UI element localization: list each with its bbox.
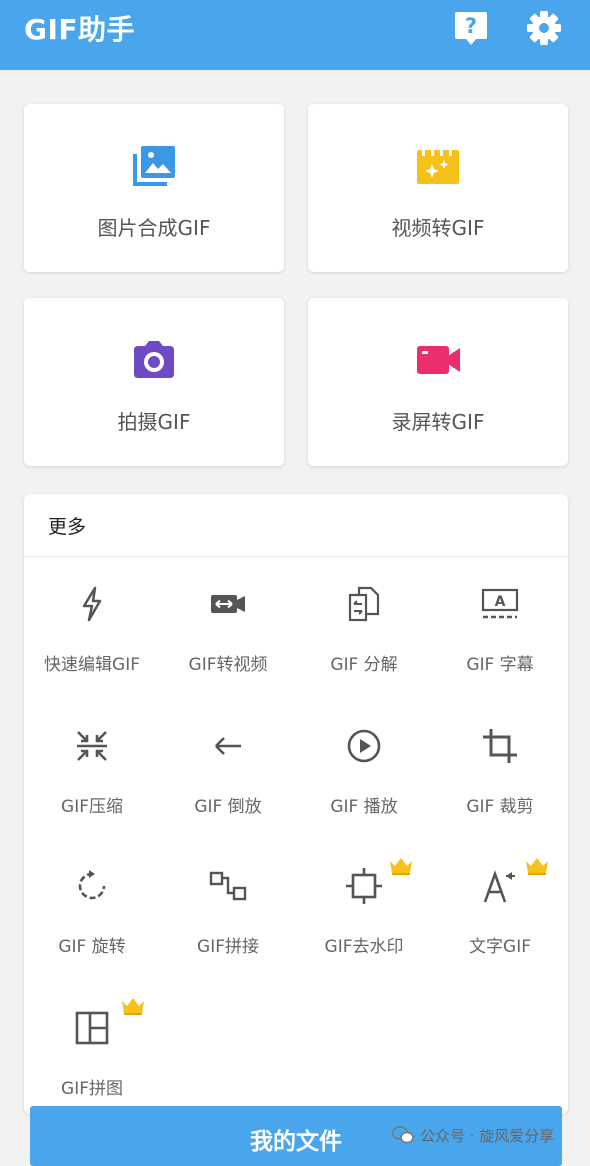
wechat-icon: [392, 1126, 414, 1144]
watermark: 公众号 · 旋风爱分享: [392, 1122, 554, 1148]
svg-text:A: A: [495, 594, 506, 610]
tool-label: GIF 倒放: [194, 797, 262, 817]
tool-label: GIF 旋转: [58, 937, 126, 957]
split-files-icon: [348, 586, 380, 622]
more-section-title: 更多: [48, 516, 87, 538]
card-label: 视频转GIF: [391, 216, 485, 240]
divider: [24, 556, 568, 557]
tool-gif-reverse[interactable]: GIF 倒放: [160, 706, 296, 846]
video-to-gif-card[interactable]: 视频转GIF: [308, 104, 568, 272]
movie-clapper-icon: [417, 150, 459, 184]
tool-gif-play[interactable]: GIF 播放: [296, 706, 432, 846]
subtitle-icon: A: [481, 588, 519, 619]
tool-gif-to-video[interactable]: GIF转视频: [160, 564, 296, 704]
app-title: GIF助手: [24, 13, 136, 46]
rotate-icon: [78, 870, 106, 900]
tool-label: GIF压缩: [61, 797, 123, 817]
lightning-icon: [82, 586, 102, 622]
tool-quick-edit[interactable]: 快速编辑GIF: [24, 564, 160, 704]
tool-gif-remove-watermark[interactable]: GIF去水印: [296, 846, 432, 986]
tool-label: GIF 字幕: [466, 655, 534, 675]
top-app-bar: GIF助手 ?: [0, 0, 590, 70]
collage-icon: [75, 1011, 109, 1045]
watermark-text: 公众号 · 旋风爱分享: [420, 1126, 555, 1145]
svg-text:?: ?: [465, 14, 477, 38]
card-label: 拍摄GIF: [117, 410, 191, 434]
compress-icon: [77, 731, 107, 761]
image-gallery-icon: [133, 146, 175, 186]
tool-gif-collage[interactable]: GIF拼图: [24, 988, 160, 1114]
tool-label: GIF拼图: [61, 1079, 123, 1099]
shoot-gif-card[interactable]: 拍摄GIF: [24, 298, 284, 466]
tool-label: 文字GIF: [469, 937, 531, 957]
tool-gif-join[interactable]: GIF拼接: [160, 846, 296, 986]
help-button[interactable]: ?: [454, 10, 488, 46]
arrow-left-icon: [215, 737, 241, 755]
tool-label: GIF 分解: [330, 655, 398, 675]
play-circle-icon: [347, 729, 381, 763]
tool-label: GIF转视频: [188, 655, 268, 675]
tool-text-gif[interactable]: 文字GIF: [432, 846, 568, 986]
help-icon: ?: [455, 12, 487, 45]
tool-gif-rotate[interactable]: GIF 旋转: [24, 846, 160, 986]
tool-label: GIF 裁剪: [466, 797, 534, 817]
watermark-remove-icon: [346, 868, 382, 904]
tool-gif-compress[interactable]: GIF压缩: [24, 706, 160, 846]
crown-icon: [122, 998, 144, 1015]
tool-label: GIF 播放: [330, 797, 398, 817]
join-icon: [209, 871, 247, 901]
image-to-gif-card[interactable]: 图片合成GIF: [24, 104, 284, 272]
crown-icon: [526, 858, 548, 875]
crop-icon: [483, 729, 517, 763]
settings-button[interactable]: [526, 10, 562, 46]
tool-label: GIF拼接: [197, 937, 259, 957]
tool-gif-split[interactable]: GIF 分解: [296, 564, 432, 704]
card-label: 录屏转GIF: [391, 410, 485, 434]
camera-icon: [134, 341, 174, 378]
more-tools-panel: 更多 快速编辑GIF GIF转视频 GIF 分解 A GIF 字幕 GIF压缩 …: [24, 494, 568, 1114]
gear-icon: [527, 11, 561, 45]
video-convert-icon: [211, 595, 245, 613]
text-icon: [483, 870, 515, 903]
tool-label: GIF去水印: [324, 937, 404, 957]
tool-label: 快速编辑GIF: [44, 655, 140, 675]
card-label: 图片合成GIF: [97, 216, 211, 240]
tool-gif-subtitle[interactable]: A GIF 字幕: [432, 564, 568, 704]
crown-icon: [390, 858, 412, 875]
tool-gif-crop[interactable]: GIF 裁剪: [432, 706, 568, 846]
video-camera-icon: [417, 346, 460, 374]
screen-record-gif-card[interactable]: 录屏转GIF: [308, 298, 568, 466]
